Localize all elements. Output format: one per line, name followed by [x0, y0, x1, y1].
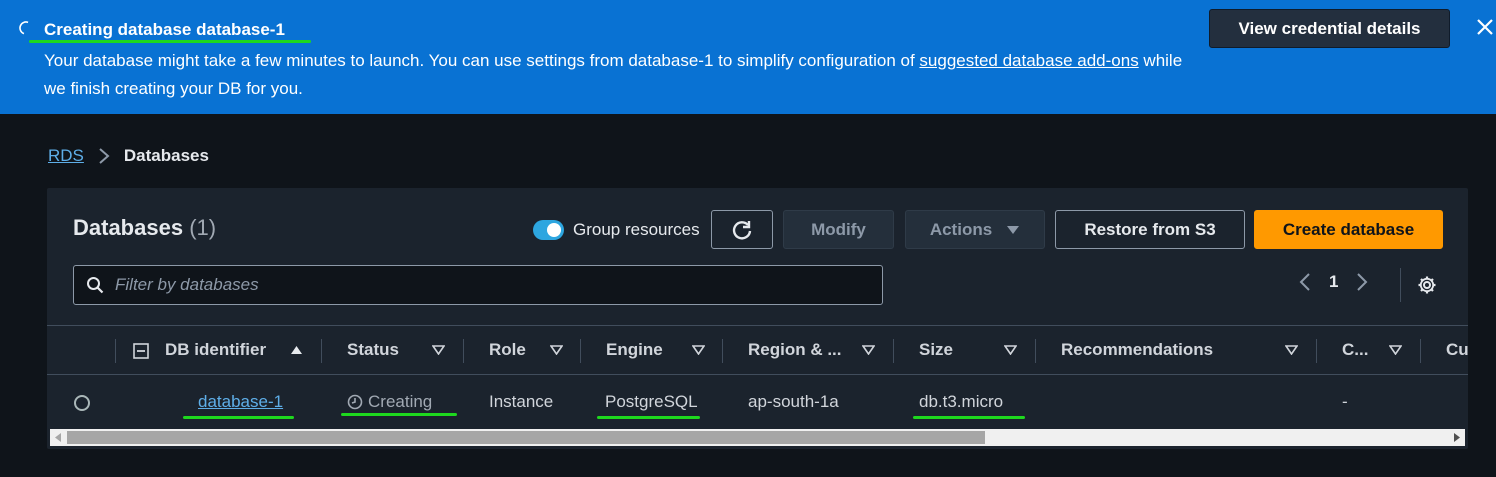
database-1-link[interactable]: database-1: [198, 392, 283, 411]
size-cell: db.t3.micro: [919, 392, 1004, 411]
column-header-cu[interactable]: Cu: [1446, 326, 1468, 374]
flash-message: Your database might take a few minutes t…: [44, 47, 1194, 103]
divider: [1400, 268, 1401, 302]
refresh-icon: [732, 220, 752, 240]
sort-icon[interactable]: [1285, 345, 1298, 355]
collapse-icon[interactable]: [133, 343, 149, 359]
column-header-engine[interactable]: Engine: [606, 326, 663, 374]
column-divider: [1316, 339, 1317, 363]
view-credential-details-button[interactable]: View credential details: [1209, 9, 1450, 48]
sort-icon[interactable]: [1004, 345, 1017, 355]
search-icon: [87, 277, 104, 294]
suggested-addons-link[interactable]: suggested database add-ons: [919, 51, 1138, 70]
actions-dropdown[interactable]: Actions: [905, 210, 1045, 249]
scroll-left-arrow-icon[interactable]: [54, 433, 62, 442]
column-divider: [722, 339, 723, 363]
refresh-button[interactable]: [711, 210, 773, 249]
column-divider: [321, 339, 322, 363]
column-header-status[interactable]: Status: [347, 326, 399, 374]
status-text: Creating: [368, 392, 433, 411]
engine-cell: PostgreSQL: [605, 392, 698, 411]
column-header-role[interactable]: Role: [489, 326, 526, 374]
actions-label: Actions: [929, 219, 993, 239]
caret-down-icon: [1007, 225, 1020, 234]
column-label: Engine: [606, 340, 663, 359]
create-database-button[interactable]: Create database: [1254, 210, 1443, 249]
group-resources-toggle[interactable]: [533, 220, 564, 240]
chevron-left-icon[interactable]: [1299, 272, 1311, 292]
sort-icon[interactable]: [432, 345, 445, 355]
column-label: C...: [1342, 340, 1369, 359]
column-divider: [580, 339, 581, 363]
column-label: Size: [919, 340, 954, 359]
flash-message-text: Your database might take a few minutes t…: [44, 51, 920, 70]
region-cell: ap-south-1a: [748, 392, 839, 411]
column-divider: [1420, 339, 1421, 363]
gear-icon[interactable]: [1417, 275, 1437, 295]
filter-placeholder: Filter by databases: [115, 275, 259, 294]
column-divider: [463, 339, 464, 363]
column-header-c[interactable]: C...: [1342, 326, 1368, 374]
highlight-mark: [341, 413, 457, 416]
column-divider: [1035, 339, 1036, 363]
panel-title: Databases (1): [73, 215, 216, 241]
breadcrumb-rds-link[interactable]: RDS: [48, 146, 84, 166]
highlight-mark: [29, 40, 311, 43]
column-label: Region & ...: [748, 340, 842, 359]
panel-title-text: Databases: [73, 215, 184, 240]
scrollbar-thumb[interactable]: [67, 431, 985, 444]
spinner-icon: [19, 21, 29, 35]
db-identifier-cell: database-1: [198, 392, 283, 412]
column-header-region[interactable]: Region & ...: [748, 326, 842, 374]
highlight-mark: [597, 416, 700, 419]
column-header-db-identifier[interactable]: DB identifier: [165, 326, 266, 374]
databases-panel: Databases (1) Group resources Modify Act…: [47, 188, 1468, 449]
chevron-right-icon: [99, 148, 110, 164]
close-icon[interactable]: [1474, 16, 1496, 38]
sort-icon[interactable]: [550, 345, 563, 355]
pagination: 1: [1299, 272, 1368, 292]
sort-icon[interactable]: [862, 345, 875, 355]
group-resources-label: Group resources: [573, 220, 700, 239]
sort-ascending-icon[interactable]: [290, 345, 303, 355]
column-label: Cu: [1446, 340, 1468, 359]
chevron-right-icon[interactable]: [1356, 272, 1368, 292]
column-header-size[interactable]: Size: [919, 326, 953, 374]
highlight-mark: [913, 416, 1025, 419]
c-cell: -: [1342, 392, 1348, 411]
table-header: DB identifier Status Role Engine Region …: [47, 325, 1468, 375]
column-label: Role: [489, 340, 526, 359]
clock-icon: [347, 394, 363, 410]
scroll-right-arrow-icon[interactable]: [1453, 433, 1461, 442]
modify-button[interactable]: Modify: [783, 210, 894, 249]
sort-icon[interactable]: [692, 345, 705, 355]
flash-banner: Creating database database-1 Your databa…: [0, 0, 1496, 114]
column-divider: [115, 339, 116, 363]
flash-title: Creating database database-1: [44, 20, 285, 39]
column-label: Status: [347, 340, 399, 359]
database-count: (1): [189, 215, 217, 240]
column-label: DB identifier: [165, 340, 267, 359]
page-number[interactable]: 1: [1329, 272, 1338, 292]
status-cell: Creating: [347, 392, 432, 412]
table-row: database-1 Creating Instance PostgreSQL …: [47, 376, 1468, 430]
breadcrumb-current: Databases: [123, 146, 209, 165]
role-cell: Instance: [489, 392, 554, 411]
highlight-mark: [183, 416, 294, 419]
breadcrumb: RDS Databases: [48, 146, 209, 166]
horizontal-scrollbar[interactable]: [50, 429, 1465, 446]
filter-databases-input[interactable]: Filter by databases: [73, 265, 883, 305]
restore-from-s3-button[interactable]: Restore from S3: [1055, 210, 1245, 249]
column-label: Recommendations: [1061, 340, 1214, 359]
column-header-recommendations[interactable]: Recommendations: [1061, 326, 1213, 374]
column-divider: [893, 339, 894, 363]
sort-icon[interactable]: [1389, 345, 1402, 355]
